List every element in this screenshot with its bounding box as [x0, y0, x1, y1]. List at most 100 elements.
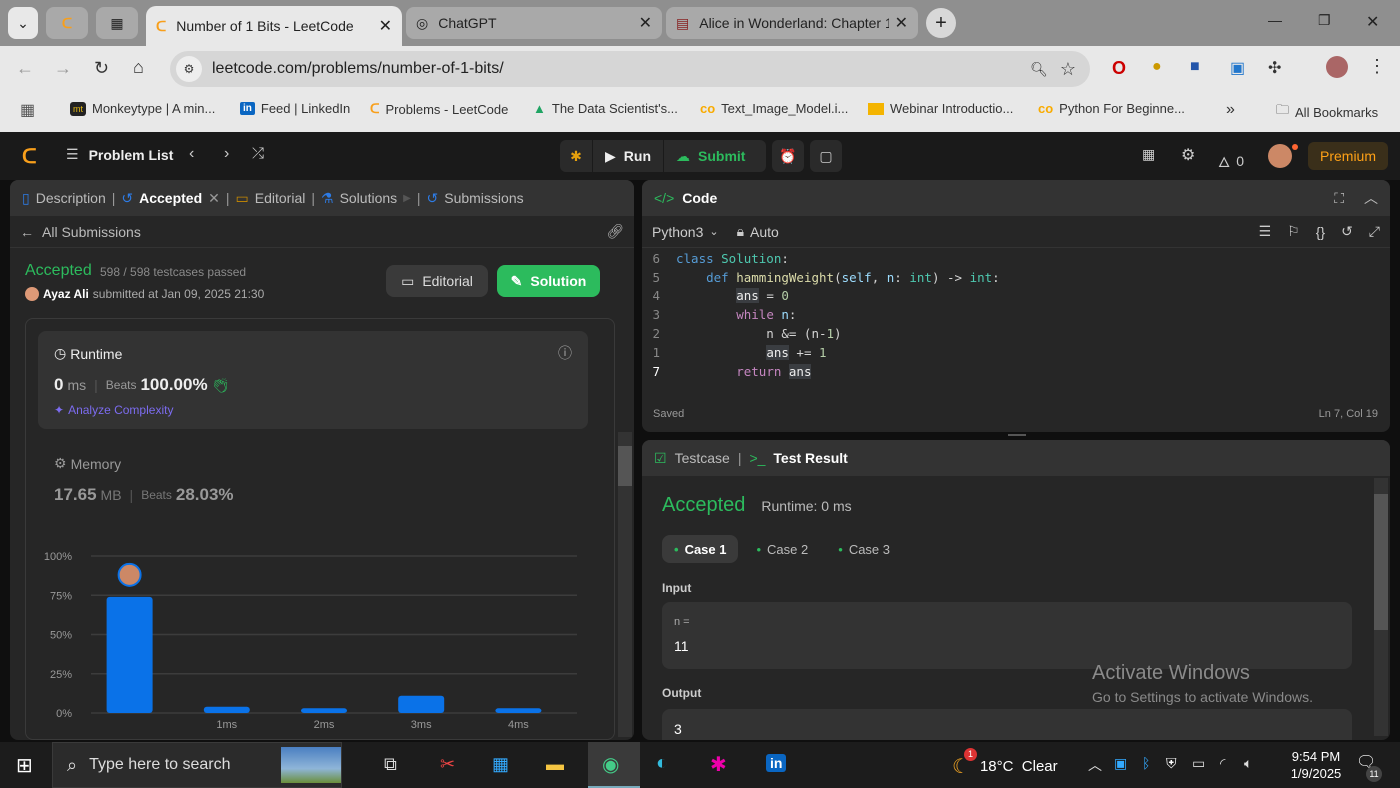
username[interactable]: Ayaz Ali: [43, 287, 89, 301]
bookmark-webinar[interactable]: Webinar Introductio...: [868, 101, 1013, 116]
address-bar[interactable]: ⚙ leetcode.com/problems/number-of-1-bits…: [170, 51, 1090, 87]
security-shield-icon[interactable]: ⛨: [1166, 755, 1177, 772]
code-line[interactable]: 4 ans = 0: [642, 287, 1390, 306]
arrow-left-icon[interactable]: ←: [20, 224, 34, 240]
tab-search-button[interactable]: ⌄: [8, 7, 38, 39]
code-editor[interactable]: 6 class Solution:5 def hammingWeight(self…: [642, 248, 1390, 381]
restore-button[interactable]: ❐: [1318, 12, 1331, 29]
solution-button[interactable]: ✎ Solution: [497, 265, 600, 297]
auto-mode[interactable]: Auto: [750, 224, 779, 240]
minimize-button[interactable]: —: [1268, 12, 1282, 28]
close-tab-icon[interactable]: ✕: [208, 190, 220, 207]
task-view-icon[interactable]: ⧉: [384, 754, 397, 775]
close-tab-icon[interactable]: ✕: [639, 13, 652, 33]
prev-problem-button[interactable]: ‹: [189, 145, 194, 163]
more-bookmarks-button[interactable]: »: [1226, 101, 1235, 119]
tab-accepted[interactable]: Accepted: [139, 190, 202, 206]
chrome-taskbar-button[interactable]: ◉: [588, 742, 640, 788]
notes-button[interactable]: ▢: [810, 140, 842, 172]
code-line[interactable]: 2 n &= (n- 1): [642, 324, 1390, 343]
extension-icon[interactable]: ▣: [1230, 58, 1245, 78]
close-tab-icon[interactable]: ✕: [379, 16, 392, 36]
linkedin-icon[interactable]: in: [766, 754, 787, 772]
braces-icon[interactable]: {}: [1316, 224, 1325, 240]
slack-icon[interactable]: ✱: [710, 752, 727, 777]
bluetooth-icon[interactable]: ᛒ: [1142, 755, 1150, 771]
zoom-icon[interactable]: 🔍︎: [1030, 61, 1048, 78]
url-text[interactable]: leetcode.com/problems/number-of-1-bits/: [212, 60, 504, 78]
scrollbar-thumb[interactable]: [1374, 494, 1388, 630]
code-line[interactable]: 1 ans += 1: [642, 343, 1390, 362]
debug-icon[interactable]: ✱: [560, 148, 592, 165]
pinned-tab[interactable]: ▦: [96, 7, 138, 39]
code-line[interactable]: 3 while n:: [642, 305, 1390, 324]
tab-submissions[interactable]: Submissions: [444, 190, 523, 206]
code-line[interactable]: 5 def hammingWeight(self, n: int) -> int…: [642, 268, 1390, 287]
weather-widget[interactable]: ☾ 1 18°C Clear: [952, 748, 1058, 779]
tray-overflow-icon[interactable]: ︿: [1088, 755, 1102, 775]
reload-button[interactable]: ↻: [94, 58, 109, 79]
taskbar-search[interactable]: ⌕ Type here to search: [52, 742, 342, 788]
link-icon[interactable]: 🔗︎: [606, 223, 624, 240]
tab-chatgpt[interactable]: ◎ ChatGPT ✕: [406, 7, 662, 39]
tab-alice[interactable]: ▤ Alice in Wonderland: Chapter 1 ✕: [666, 7, 918, 39]
panel-resize-handle[interactable]: [1008, 434, 1026, 436]
extensions-puzzle-icon[interactable]: ✣: [1268, 58, 1281, 78]
close-tab-icon[interactable]: ✕: [895, 13, 908, 33]
case-tab-1[interactable]: • Case 1: [662, 535, 739, 563]
file-explorer-icon[interactable]: ▬: [546, 754, 564, 775]
case-tab-2[interactable]: • Case 2: [744, 535, 820, 563]
bookmark-python[interactable]: co Python For Beginne...: [1038, 101, 1185, 116]
editorial-button[interactable]: ▭ Editorial: [386, 265, 488, 297]
tab-description[interactable]: Description: [36, 190, 106, 206]
scrollbar-thumb[interactable]: [618, 446, 632, 486]
tab-test-result[interactable]: Test Result: [773, 450, 847, 466]
bookmark-monkeytype[interactable]: mt Monkeytype | A min...: [70, 101, 215, 116]
tab-editorial[interactable]: Editorial: [255, 190, 306, 206]
info-icon[interactable]: ⓘ: [558, 343, 572, 363]
site-settings-icon[interactable]: ⚙: [176, 56, 202, 82]
bookmark-star-icon[interactable]: ☆: [1060, 59, 1076, 80]
timer-button[interactable]: ⏰: [772, 140, 804, 172]
next-problem-button[interactable]: ›: [224, 145, 229, 163]
menu-kebab-icon[interactable]: ⋮: [1368, 56, 1386, 77]
code-line[interactable]: 6 class Solution:: [642, 249, 1390, 268]
extension-icon[interactable]: ●: [1152, 58, 1162, 76]
windows-start-icon[interactable]: ⊞: [16, 753, 33, 778]
bookmark-drive[interactable]: ▲ The Data Scientist's...: [533, 101, 678, 116]
store-icon[interactable]: ▦: [492, 754, 509, 775]
tab-leetcode[interactable]: ᑕ Number of 1 Bits - LeetCode ✕: [146, 6, 402, 46]
reset-icon[interactable]: ↺: [1341, 223, 1353, 240]
submit-button[interactable]: ☁ Submit: [663, 140, 757, 172]
code-line[interactable]: 7 return ans: [642, 362, 1390, 381]
tray-app-icon[interactable]: ▣: [1114, 755, 1127, 772]
forward-button[interactable]: →: [54, 58, 72, 79]
layout-grid-icon[interactable]: ▦: [1142, 146, 1155, 163]
leetcode-logo[interactable]: ᑕ: [22, 144, 37, 169]
close-window-button[interactable]: ✕: [1366, 12, 1379, 32]
format-icon[interactable]: ☰: [1259, 223, 1272, 240]
battery-icon[interactable]: ▭: [1192, 755, 1205, 772]
extension-icon[interactable]: ■: [1190, 58, 1200, 76]
streak-counter[interactable]: 🜂 0: [1218, 146, 1244, 175]
bookmark-leetcode[interactable]: ᑕ Problems - LeetCode: [370, 101, 508, 117]
profile-avatar[interactable]: [1326, 56, 1348, 78]
bookmark-colab[interactable]: co Text_Image_Model.i...: [700, 101, 848, 116]
home-button[interactable]: ⌂: [133, 57, 144, 78]
runtime-box[interactable]: ◷ Runtime ⓘ 0 ms | Beats 100.00% 👏︎ ✦ Anal…: [38, 331, 588, 429]
bookmark-linkedin[interactable]: in Feed | LinkedIn: [240, 101, 350, 116]
language-select[interactable]: Python3: [652, 224, 703, 240]
all-bookmarks[interactable]: 🗀 All Bookmarks: [1276, 101, 1378, 123]
shuffle-button[interactable]: ⤮: [252, 145, 264, 162]
result-scrollbar[interactable]: [1374, 478, 1388, 736]
tab-solutions[interactable]: Solutions: [340, 190, 398, 206]
bookmark-icon[interactable]: ⚐: [1287, 223, 1300, 240]
settings-gear-icon[interactable]: ⚙: [1181, 145, 1195, 165]
problem-list-button[interactable]: ☰ Problem List: [66, 146, 173, 163]
case-tab-3[interactable]: • Case 3: [826, 535, 902, 563]
edge-icon[interactable]: ◐: [656, 752, 668, 775]
snipping-tool-icon[interactable]: ✂: [440, 754, 455, 775]
collapse-icon[interactable]: ︿: [1364, 188, 1378, 208]
premium-button[interactable]: Premium: [1308, 142, 1389, 170]
new-tab-button[interactable]: +: [926, 8, 956, 38]
